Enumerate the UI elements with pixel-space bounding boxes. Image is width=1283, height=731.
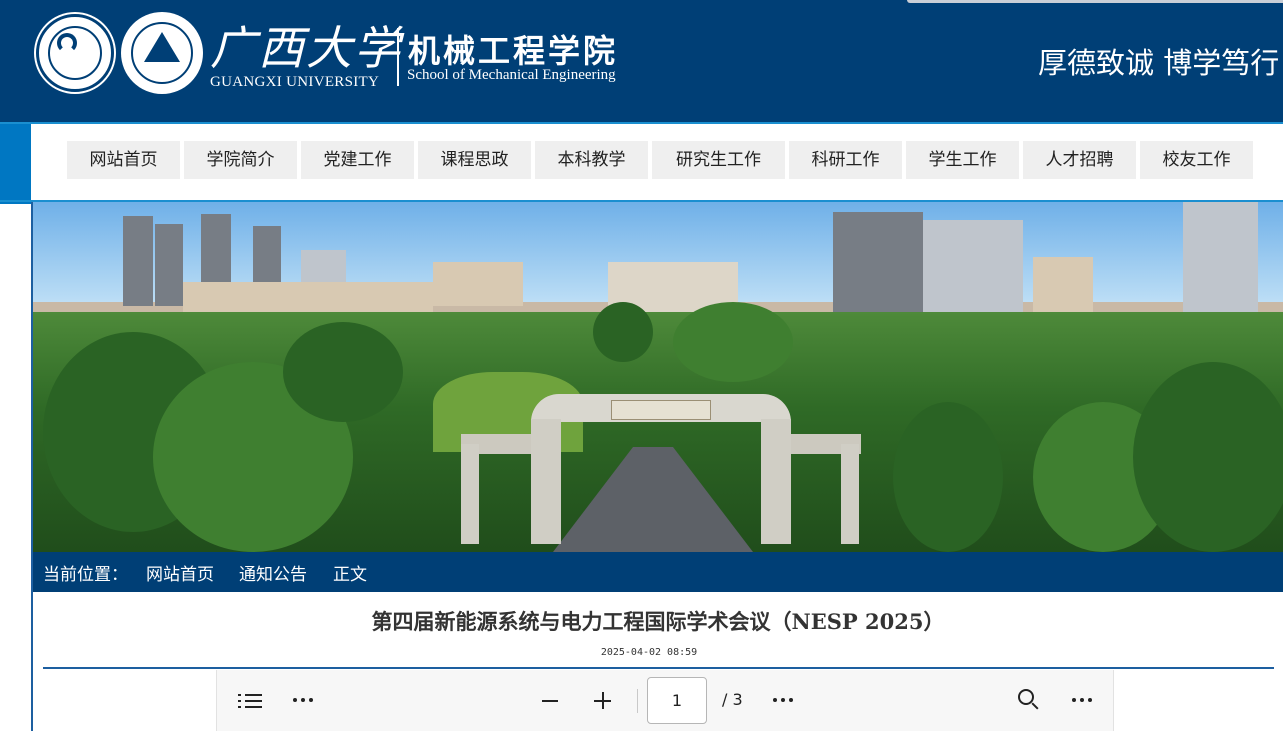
university-name-cn: 广西大学: [210, 21, 402, 75]
nav-item-about[interactable]: 学院简介: [184, 141, 297, 179]
more-icon[interactable]: [293, 698, 315, 702]
top-bar: [907, 0, 1283, 3]
list-icon[interactable]: [238, 693, 262, 709]
article-divider: [43, 667, 1274, 669]
breadcrumb: 当前位置： 网站首页 通知公告 正文: [33, 552, 1283, 592]
main-nav: 网站首页 学院简介 党建工作 课程思政 本科教学 研究生工作 科研工作 学生工作…: [0, 122, 1283, 204]
search-icon[interactable]: [1018, 689, 1040, 711]
nav-item-ideology[interactable]: 课程思政: [418, 141, 531, 179]
page-number-input[interactable]: 1: [647, 677, 707, 724]
breadcrumb-home[interactable]: 网站首页: [146, 552, 214, 598]
nav-item-home[interactable]: 网站首页: [67, 141, 180, 179]
nav-item-students[interactable]: 学生工作: [906, 141, 1019, 179]
nav-item-undergrad[interactable]: 本科教学: [535, 141, 648, 179]
school-name-en: School of Mechanical Engineering: [407, 67, 616, 83]
school-name-cn: 机械工程学院: [408, 32, 619, 70]
page-total: / 3: [722, 690, 743, 709]
nav-accent-bar: [0, 124, 31, 204]
breadcrumb-current: 正文: [333, 565, 367, 585]
more-icon[interactable]: [773, 698, 795, 702]
campus-banner-image: [33, 202, 1283, 552]
university-name-en: GUANGXI UNIVERSITY: [210, 74, 380, 90]
school-logo-icon[interactable]: [123, 14, 201, 92]
header-divider: [397, 28, 399, 86]
toolbar-separator: [637, 689, 638, 713]
zoom-out-icon[interactable]: [542, 700, 558, 702]
nav-item-graduate[interactable]: 研究生工作: [652, 141, 785, 179]
site-header: 广西大学 GUANGXI UNIVERSITY 机械工程学院 School of…: [0, 0, 1283, 122]
more-icon[interactable]: [1072, 698, 1094, 702]
university-logo-icon[interactable]: [36, 14, 114, 92]
nav-item-recruit[interactable]: 人才招聘: [1023, 141, 1136, 179]
nav-item-alumni[interactable]: 校友工作: [1140, 141, 1253, 179]
nav-item-research[interactable]: 科研工作: [789, 141, 902, 179]
motto: 厚德致诚 博学笃行: [1038, 46, 1280, 80]
pdf-toolbar: 1 / 3: [216, 670, 1114, 731]
breadcrumb-notices[interactable]: 通知公告: [239, 552, 307, 598]
breadcrumb-prefix: 当前位置：: [43, 565, 128, 585]
nav-item-party[interactable]: 党建工作: [301, 141, 414, 179]
article-title: 第四届新能源系统与电力工程国际学术会议（NESP 2025）: [371, 609, 945, 634]
article-date: 2025-04-02 08:59: [600, 647, 698, 658]
